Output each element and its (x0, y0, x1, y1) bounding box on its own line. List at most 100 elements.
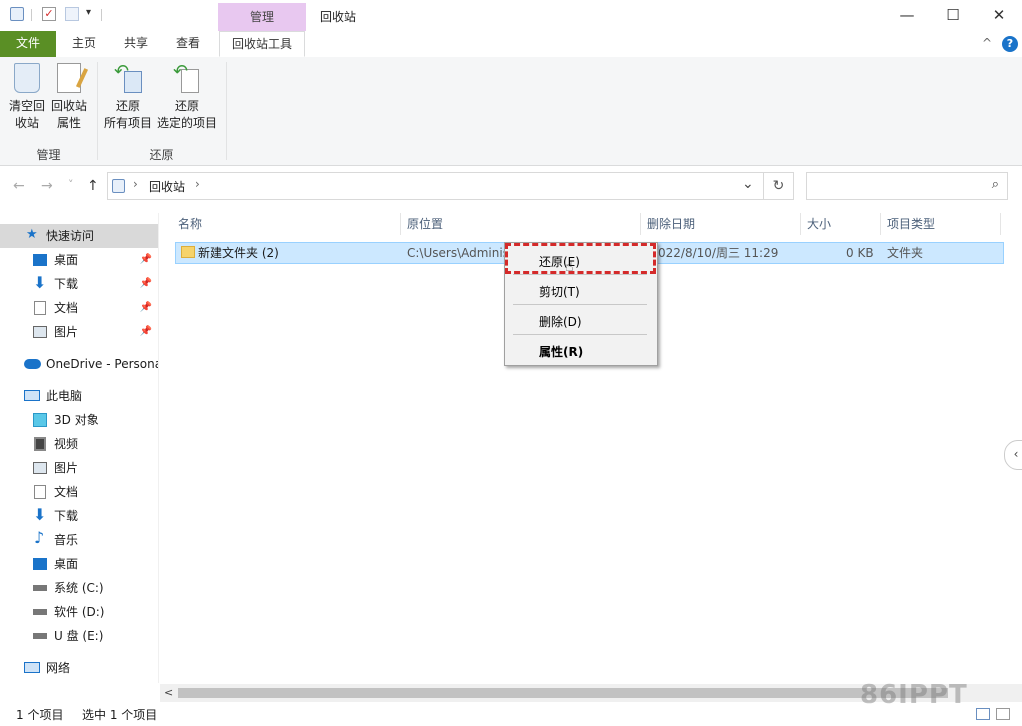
breadcrumb-separator[interactable]: › (195, 177, 200, 191)
column-divider[interactable] (800, 213, 801, 235)
minimize-button[interactable]: — (884, 0, 930, 31)
menu-item-delete[interactable]: 删除(D) (539, 313, 582, 330)
sidebar-item-label: 3D 对象 (54, 413, 99, 427)
restore-selected-line2: 选定的项目 (156, 116, 217, 130)
row-size: 0 KB (846, 246, 874, 260)
customize-dropdown-icon[interactable]: ▾ (86, 7, 91, 18)
sidebar-item-desktop-pc[interactable]: 桌面 (0, 552, 158, 576)
scrollbar-thumb[interactable] (178, 688, 948, 698)
sidebar-item-videos[interactable]: 视频 (0, 432, 158, 456)
sidebar-item-label: 视频 (54, 437, 79, 451)
sidebar-item-drive-d[interactable]: 软件 (D:) (0, 600, 158, 624)
sidebar-item-network[interactable]: 网络 (0, 656, 158, 680)
sidebar-item-label: 此电脑 (46, 389, 83, 403)
status-selected-count: 选中 1 个项目 (82, 708, 158, 722)
sidebar-item-3d-objects[interactable]: 3D 对象 (0, 408, 158, 432)
refresh-button[interactable]: ↻ (764, 172, 794, 200)
sidebar-item-label: U 盘 (E:) (54, 629, 104, 643)
column-header-date-deleted[interactable]: 删除日期 (647, 213, 695, 235)
pictures-icon (33, 326, 47, 338)
column-divider[interactable] (400, 213, 401, 235)
sidebar-item-documents[interactable]: 文档 📌 (0, 296, 158, 320)
up-button[interactable]: ↑ (87, 178, 99, 194)
sidebar-item-this-pc[interactable]: 此电脑 (0, 384, 158, 408)
pin-icon[interactable]: 📌 (140, 296, 152, 320)
menu-separator (513, 274, 647, 275)
column-divider[interactable] (640, 213, 641, 235)
scroll-left-arrow-icon[interactable]: < (164, 686, 173, 699)
search-input[interactable]: ⌕ (806, 172, 1008, 200)
restore-all-button[interactable]: ↶ 还原 所有项目 (101, 63, 155, 132)
address-bar[interactable]: › 回收站 › ⌄ (107, 172, 764, 200)
column-header-size[interactable]: 大小 (807, 213, 831, 235)
tab-recycle-bin-tools[interactable]: 回收站工具 (219, 31, 305, 57)
pin-icon[interactable]: 📌 (140, 320, 152, 344)
sidebar-item-drive-e[interactable]: U 盘 (E:) (0, 624, 158, 648)
star-icon: ★ (26, 227, 38, 242)
sidebar-item-label: 音乐 (54, 533, 79, 547)
breadcrumb-recycle-bin[interactable]: 回收站 (149, 178, 185, 195)
sidebar-item-label: OneDrive - Persona (46, 357, 158, 371)
help-icon[interactable]: ? (1002, 36, 1018, 52)
sidebar-item-desktop[interactable]: 桌面 📌 (0, 248, 158, 272)
menu-separator (513, 304, 647, 305)
sidebar-item-music[interactable]: ♪ 音乐 (0, 528, 158, 552)
recent-locations-button[interactable]: ˅ (68, 178, 74, 191)
sidebar-item-label: 桌面 (54, 557, 79, 571)
network-icon (24, 662, 40, 673)
desktop-icon (33, 254, 47, 266)
details-view-icon[interactable] (976, 708, 990, 720)
sidebar-item-pictures-pc[interactable]: 图片 (0, 456, 158, 480)
column-header-item-type[interactable]: 项目类型 (887, 213, 935, 235)
title-bar (0, 0, 1022, 31)
desktop-icon (33, 558, 47, 570)
sidebar-item-label: 图片 (54, 325, 79, 339)
windows-drive-icon (33, 585, 47, 591)
pin-icon[interactable]: 📌 (140, 248, 152, 272)
collapse-ribbon-icon[interactable]: ^ (982, 36, 992, 50)
recycle-bin-icon[interactable] (10, 7, 24, 21)
maximize-button[interactable]: ☐ (930, 0, 976, 31)
sidebar-item-label: 下载 (54, 277, 79, 291)
new-folder-icon[interactable] (65, 7, 79, 21)
column-header-name[interactable]: 名称 (178, 213, 202, 235)
empty-label-line2: 收站 (14, 116, 39, 130)
back-button[interactable]: ← (13, 178, 25, 194)
sidebar-item-label: 系统 (C:) (54, 581, 104, 595)
sidebar-item-quick-access[interactable]: ★ 快速访问 (0, 224, 158, 248)
tab-home[interactable]: 主页 (64, 31, 104, 57)
sidebar-item-label: 文档 (54, 485, 79, 499)
expand-panel-chevron-icon[interactable]: ‹ (1004, 440, 1022, 470)
sidebar-item-label: 下载 (54, 509, 79, 523)
restore-selected-button[interactable]: ↶ 还原 选定的项目 (155, 63, 219, 132)
checkmark-properties-icon[interactable]: ✓ (42, 7, 56, 21)
restore-selected-line1: 还原 (174, 99, 199, 113)
empty-recycle-bin-button[interactable]: 清空回 收站 (4, 63, 50, 132)
tab-view[interactable]: 查看 (168, 31, 208, 57)
pin-icon[interactable]: 📌 (140, 272, 152, 296)
menu-item-cut[interactable]: 剪切(T) (539, 283, 580, 300)
address-dropdown-icon[interactable]: ⌄ (742, 176, 754, 192)
sidebar-item-downloads[interactable]: ⬇ 下载 📌 (0, 272, 158, 296)
recycle-bin-properties-button[interactable]: 回收站 属性 (48, 63, 90, 132)
column-divider[interactable] (880, 213, 881, 235)
window-title: 回收站 (320, 10, 357, 24)
row-name[interactable]: 新建文件夹 (2) (198, 244, 279, 262)
document-icon (34, 485, 46, 499)
sidebar-item-documents-pc[interactable]: 文档 (0, 480, 158, 504)
pictures-icon (33, 462, 47, 474)
forward-button[interactable]: → (41, 178, 53, 194)
menu-item-properties[interactable]: 属性(R) (539, 343, 583, 360)
column-header-original-location[interactable]: 原位置 (407, 213, 443, 235)
close-button[interactable]: ✕ (976, 0, 1022, 31)
large-icons-view-icon[interactable] (996, 708, 1010, 720)
sidebar-item-drive-c[interactable]: 系统 (C:) (0, 576, 158, 600)
sidebar-item-onedrive[interactable]: OneDrive - Persona (0, 352, 158, 376)
tab-file[interactable]: 文件 (0, 31, 56, 57)
tab-share[interactable]: 共享 (116, 31, 156, 57)
row-date-deleted: 022/8/10/周三 11:29 (658, 246, 779, 260)
column-divider[interactable] (1000, 213, 1001, 235)
cloud-icon (24, 359, 41, 369)
sidebar-item-downloads-pc[interactable]: ⬇ 下载 (0, 504, 158, 528)
sidebar-item-pictures[interactable]: 图片 📌 (0, 320, 158, 344)
